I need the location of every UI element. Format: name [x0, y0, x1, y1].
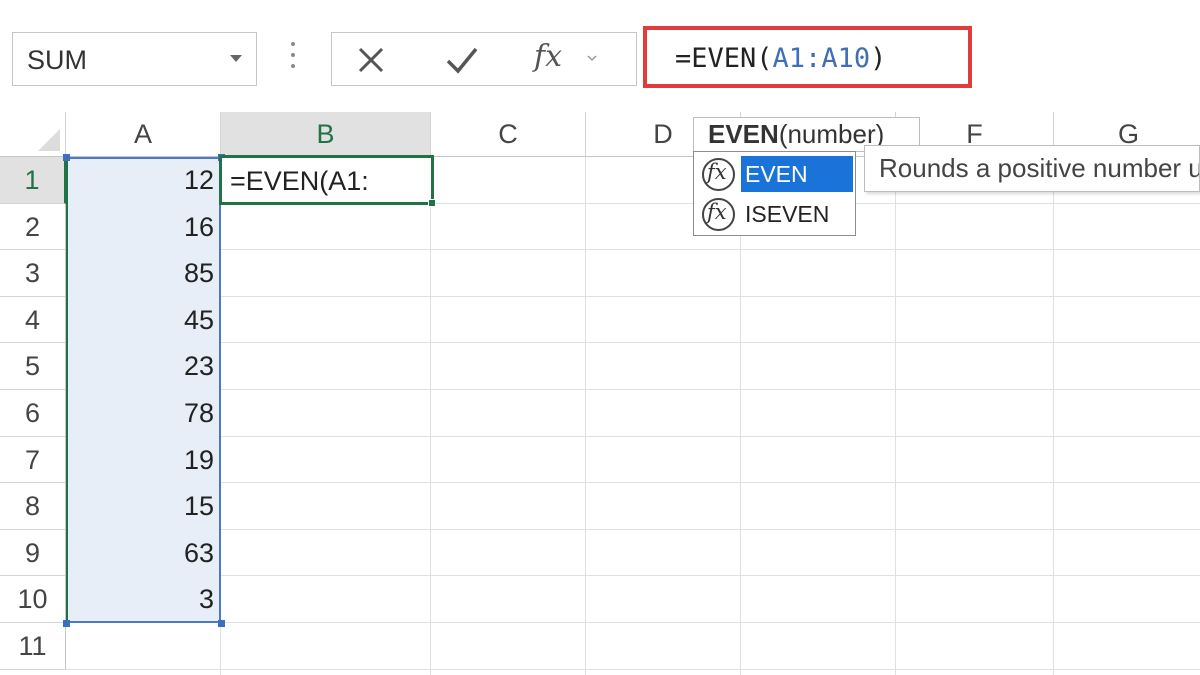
cell-a6[interactable]: 78 [66, 390, 214, 437]
row-header-10[interactable]: 10 [0, 576, 66, 623]
formula-text: =EVEN(A1:A10) [675, 43, 887, 74]
chevron-down-icon[interactable] [230, 55, 242, 62]
range-resize-handle[interactable] [218, 620, 225, 627]
row-gridline [66, 249, 1200, 251]
function-description-tooltip: Rounds a positive number up and a negati… [864, 145, 1200, 192]
insert-function-icon[interactable]: fx [534, 39, 562, 74]
column-header-a[interactable]: A [66, 112, 221, 157]
cell-a9[interactable]: 63 [66, 530, 214, 577]
column-gridline [430, 157, 431, 675]
formula-actions: fx [331, 32, 637, 86]
autocomplete-item-even[interactable]: fx EVEN [696, 154, 853, 193]
fill-handle[interactable] [428, 199, 436, 207]
cell-a10[interactable]: 3 [66, 576, 214, 623]
row-gridline [66, 482, 1200, 484]
chevron-down-icon[interactable] [587, 53, 597, 63]
row-header-9[interactable]: 9 [0, 529, 66, 577]
row-header-4[interactable]: 4 [0, 296, 66, 344]
syntax-function-name[interactable]: EVEN [708, 119, 779, 149]
autocomplete-item-label: ISEVEN [745, 201, 830, 227]
formula-bar: SUM fx =EVEN(A1:A10) [0, 0, 1200, 112]
row-gridline [66, 575, 1200, 577]
column-gridline [585, 157, 586, 675]
check-icon[interactable] [444, 43, 480, 77]
column-header-b[interactable]: B [221, 112, 431, 157]
function-icon: fx [702, 158, 735, 191]
spreadsheet-grid: ABCDEFG 1234567891011 121685452378191563… [0, 112, 1200, 675]
row-gridline [66, 528, 1200, 530]
row-header-2[interactable]: 2 [0, 203, 66, 251]
row-header-3[interactable]: 3 [0, 250, 66, 297]
select-all-icon [38, 129, 60, 151]
function-autocomplete-list: fx EVEN fx ISEVEN [693, 151, 856, 236]
row-header-6[interactable]: 6 [0, 390, 66, 437]
row-gridline [66, 622, 1200, 623]
row-gridline [66, 389, 1200, 390]
row-header-7[interactable]: 7 [0, 436, 66, 484]
column-gridline [1053, 157, 1054, 675]
cell-a5[interactable]: 23 [66, 343, 214, 390]
name-box-value: SUM [27, 45, 87, 75]
row-gridline [66, 435, 1200, 437]
formula-input[interactable]: =EVEN(A1:A10) [643, 26, 972, 88]
cell-a7[interactable]: 19 [66, 437, 214, 484]
cancel-icon[interactable] [354, 43, 388, 77]
row-header-11[interactable]: 11 [0, 623, 66, 670]
range-resize-handle[interactable] [63, 620, 70, 627]
row-gridline [66, 342, 1200, 344]
range-resize-handle[interactable] [63, 154, 70, 161]
row-gridline [66, 295, 1200, 297]
active-cell-b1[interactable]: =EVEN(A1: [219, 155, 436, 207]
drag-handle-icon[interactable] [290, 42, 296, 72]
autocomplete-item-iseven[interactable]: fx ISEVEN [696, 194, 853, 233]
row-header-1[interactable]: 1 [0, 157, 66, 204]
function-icon: fx [702, 198, 735, 231]
row-gridline [66, 668, 1200, 670]
row-header-5[interactable]: 5 [0, 343, 66, 390]
cell-a1[interactable]: 12 [66, 157, 214, 204]
cell-a2[interactable]: 16 [66, 204, 214, 251]
cell-a8[interactable]: 15 [66, 483, 214, 530]
column-header-c[interactable]: C [431, 112, 586, 157]
cell-a4[interactable]: 45 [66, 297, 214, 344]
column-gridline [895, 157, 896, 675]
active-cell-text: =EVEN(A1: [230, 166, 369, 196]
row-header-8[interactable]: 8 [0, 483, 66, 530]
formula-range-reference: A1:A10 [772, 43, 871, 74]
cell-a3[interactable]: 85 [66, 250, 214, 297]
select-all-button[interactable] [0, 112, 66, 157]
autocomplete-item-label: EVEN [741, 156, 853, 192]
name-box[interactable]: SUM [12, 32, 257, 86]
